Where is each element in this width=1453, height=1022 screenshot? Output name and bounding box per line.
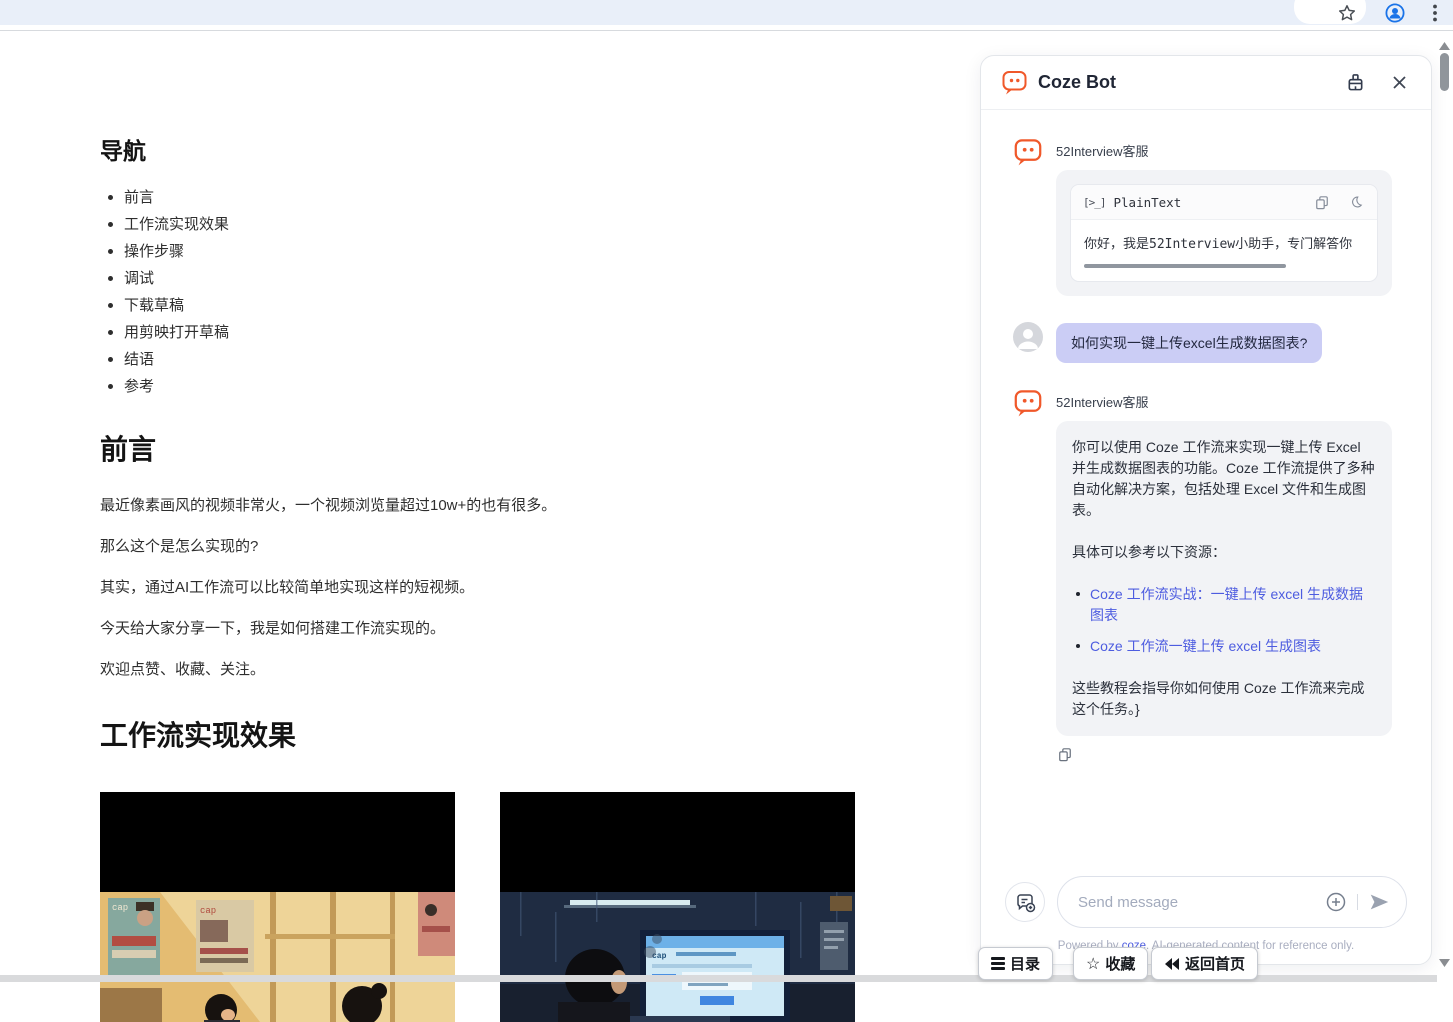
favorite-button[interactable]: ☆ 收藏 [1073,947,1148,980]
profile-icon[interactable] [1384,2,1406,24]
chat-panel-header: Coze Bot [981,56,1431,110]
panel-title: Coze Bot [1038,72,1323,93]
terminal-icon: [>_] [1083,196,1106,209]
code-content: 你好，我是52Interview小助手，专门解答你 [1071,220,1377,258]
video-thumbnails: cap cap [100,792,880,1022]
intro-paragraph: 欢迎点赞、收藏、关注。 [100,660,880,680]
bot-name: 52Interview客服 [1056,392,1392,411]
clear-chat-button[interactable] [1343,71,1367,95]
video-thumbnail-day-scene[interactable]: cap cap [100,792,455,1022]
rewind-icon [1164,957,1180,971]
nav-item-intro[interactable]: 前言 [124,190,880,205]
user-message-bubble: 如何实现一键上传excel生成数据图表? [1056,323,1322,363]
nav-item-download[interactable]: 下载草稿 [124,298,880,313]
nav-item-steps[interactable]: 操作步骤 [124,244,880,259]
intro-paragraph: 其实，通过AI工作流可以比较简单地实现这样的短视频。 [100,578,880,598]
broom-icon [1346,73,1365,92]
bot-avatar-icon [1013,137,1043,167]
hamburger-icon [991,955,1005,973]
effect-heading: 工作流实现效果 [100,714,880,754]
reply-paragraph: 这些教程会指导你如何使用 Coze 工作流来完成这个任务。} [1072,678,1376,720]
code-block-header: [>_] PlainText [1071,185,1377,220]
bot-message-welcome: 52Interview客服 [>_] PlainText [1013,137,1392,296]
article-content: 导航 前言 工作流实现效果 操作步骤 调试 下载草稿 用剪映打开草稿 结语 参考… [100,132,880,1022]
coze-chat-panel: Coze Bot [980,55,1432,965]
svg-text:cap: cap [200,906,216,916]
list-item: Coze 工作流一键上传 excel 生成图表 [1090,636,1376,657]
bot-message-answer: 52Interview客服 你可以使用 Coze 工作流来实现一键上传 Exce… [1013,388,1392,763]
scroll-up-button[interactable] [1438,38,1451,48]
nav-heading: 导航 [100,132,880,166]
menu-dots-icon[interactable] [1424,2,1446,24]
code-horizontal-scrollbar[interactable] [1084,264,1286,268]
back-home-button-label: 返回首页 [1185,953,1245,974]
chat-input-area [981,876,1431,928]
bot-avatar-icon [1013,388,1043,418]
intro-paragraph: 最近像素画风的视频非常火，一个视频浏览量超过10w+的也有很多。 [100,496,880,516]
message-list: 52Interview客服 [>_] PlainText [981,111,1431,816]
nav-item-effect[interactable]: 工作流实现效果 [124,217,880,232]
intro-paragraph: 今天给大家分享一下，我是如何搭建工作流实现的。 [100,619,880,639]
favorite-button-label: 收藏 [1105,953,1135,974]
nav-item-debug[interactable]: 调试 [124,271,880,286]
bot-message-bubble: 你可以使用 Coze 工作流来实现一键上传 Excel 并生成数据图表的功能。C… [1056,421,1392,736]
code-block: [>_] PlainText [1070,184,1378,282]
attach-button[interactable] [1325,891,1347,913]
user-avatar-icon [1013,322,1043,352]
copy-code-button[interactable] [1313,193,1331,211]
send-button[interactable] [1368,892,1390,912]
input-divider [1357,894,1358,910]
send-icon [1368,892,1390,912]
nav-item-reference[interactable]: 参考 [124,379,880,394]
video-thumbnail-night-scene[interactable]: cap [500,792,855,1022]
bot-name: 52Interview客服 [1056,141,1392,160]
resource-link-2[interactable]: Coze 工作流一键上传 excel 生成图表 [1090,638,1321,654]
message-input-pill [1057,876,1407,928]
scroll-down-button[interactable] [1438,955,1451,965]
moon-icon [1349,195,1363,209]
browser-toolbar [0,0,1453,25]
nav-list: 前言 工作流实现效果 操作步骤 调试 下载草稿 用剪映打开草稿 结语 参考 [124,190,880,394]
back-home-button[interactable]: 返回首页 [1151,947,1258,980]
toc-button-label: 目录 [1010,953,1040,974]
coze-logo-icon [1001,69,1028,96]
resource-links: Coze 工作流实战：一键上传 excel 生成数据图表 Coze 工作流一键上… [1090,584,1376,657]
toc-button[interactable]: 目录 [978,947,1053,980]
user-message: 如何实现一键上传excel生成数据图表? [1013,322,1392,363]
star-icon: ☆ [1086,954,1100,974]
copy-message-button[interactable] [1058,747,1074,763]
new-conversation-button[interactable] [1005,882,1045,922]
bot-message-bubble: [>_] PlainText [1056,170,1392,296]
bookmark-star-icon[interactable] [1336,2,1358,24]
theme-toggle-button[interactable] [1347,193,1365,211]
intro-heading: 前言 [100,428,880,468]
svg-text:cap: cap [112,903,128,913]
reply-paragraph: 你可以使用 Coze 工作流来实现一键上传 Excel 并生成数据图表的功能。C… [1072,437,1376,521]
copy-icon [1315,195,1329,210]
copy-icon [1058,747,1072,762]
message-input[interactable] [1078,894,1325,911]
nav-item-jianying[interactable]: 用剪映打开草稿 [124,325,880,340]
reply-paragraph: 具体可以参考以下资源： [1072,542,1376,563]
list-item: Coze 工作流实战：一键上传 excel 生成数据图表 [1090,584,1376,626]
new-chat-icon [1015,892,1036,913]
nav-item-closing[interactable]: 结语 [124,352,880,367]
plus-circle-icon [1325,891,1347,913]
vertical-scrollbar-thumb[interactable] [1440,53,1449,91]
intro-paragraph: 那么这个是怎么实现的? [100,537,880,557]
resource-link-1[interactable]: Coze 工作流实战：一键上传 excel 生成数据图表 [1090,586,1363,623]
code-language-label: PlainText [1114,195,1298,210]
close-panel-button[interactable] [1387,71,1411,95]
close-icon [1392,75,1407,90]
toolbar-divider [0,25,1453,31]
